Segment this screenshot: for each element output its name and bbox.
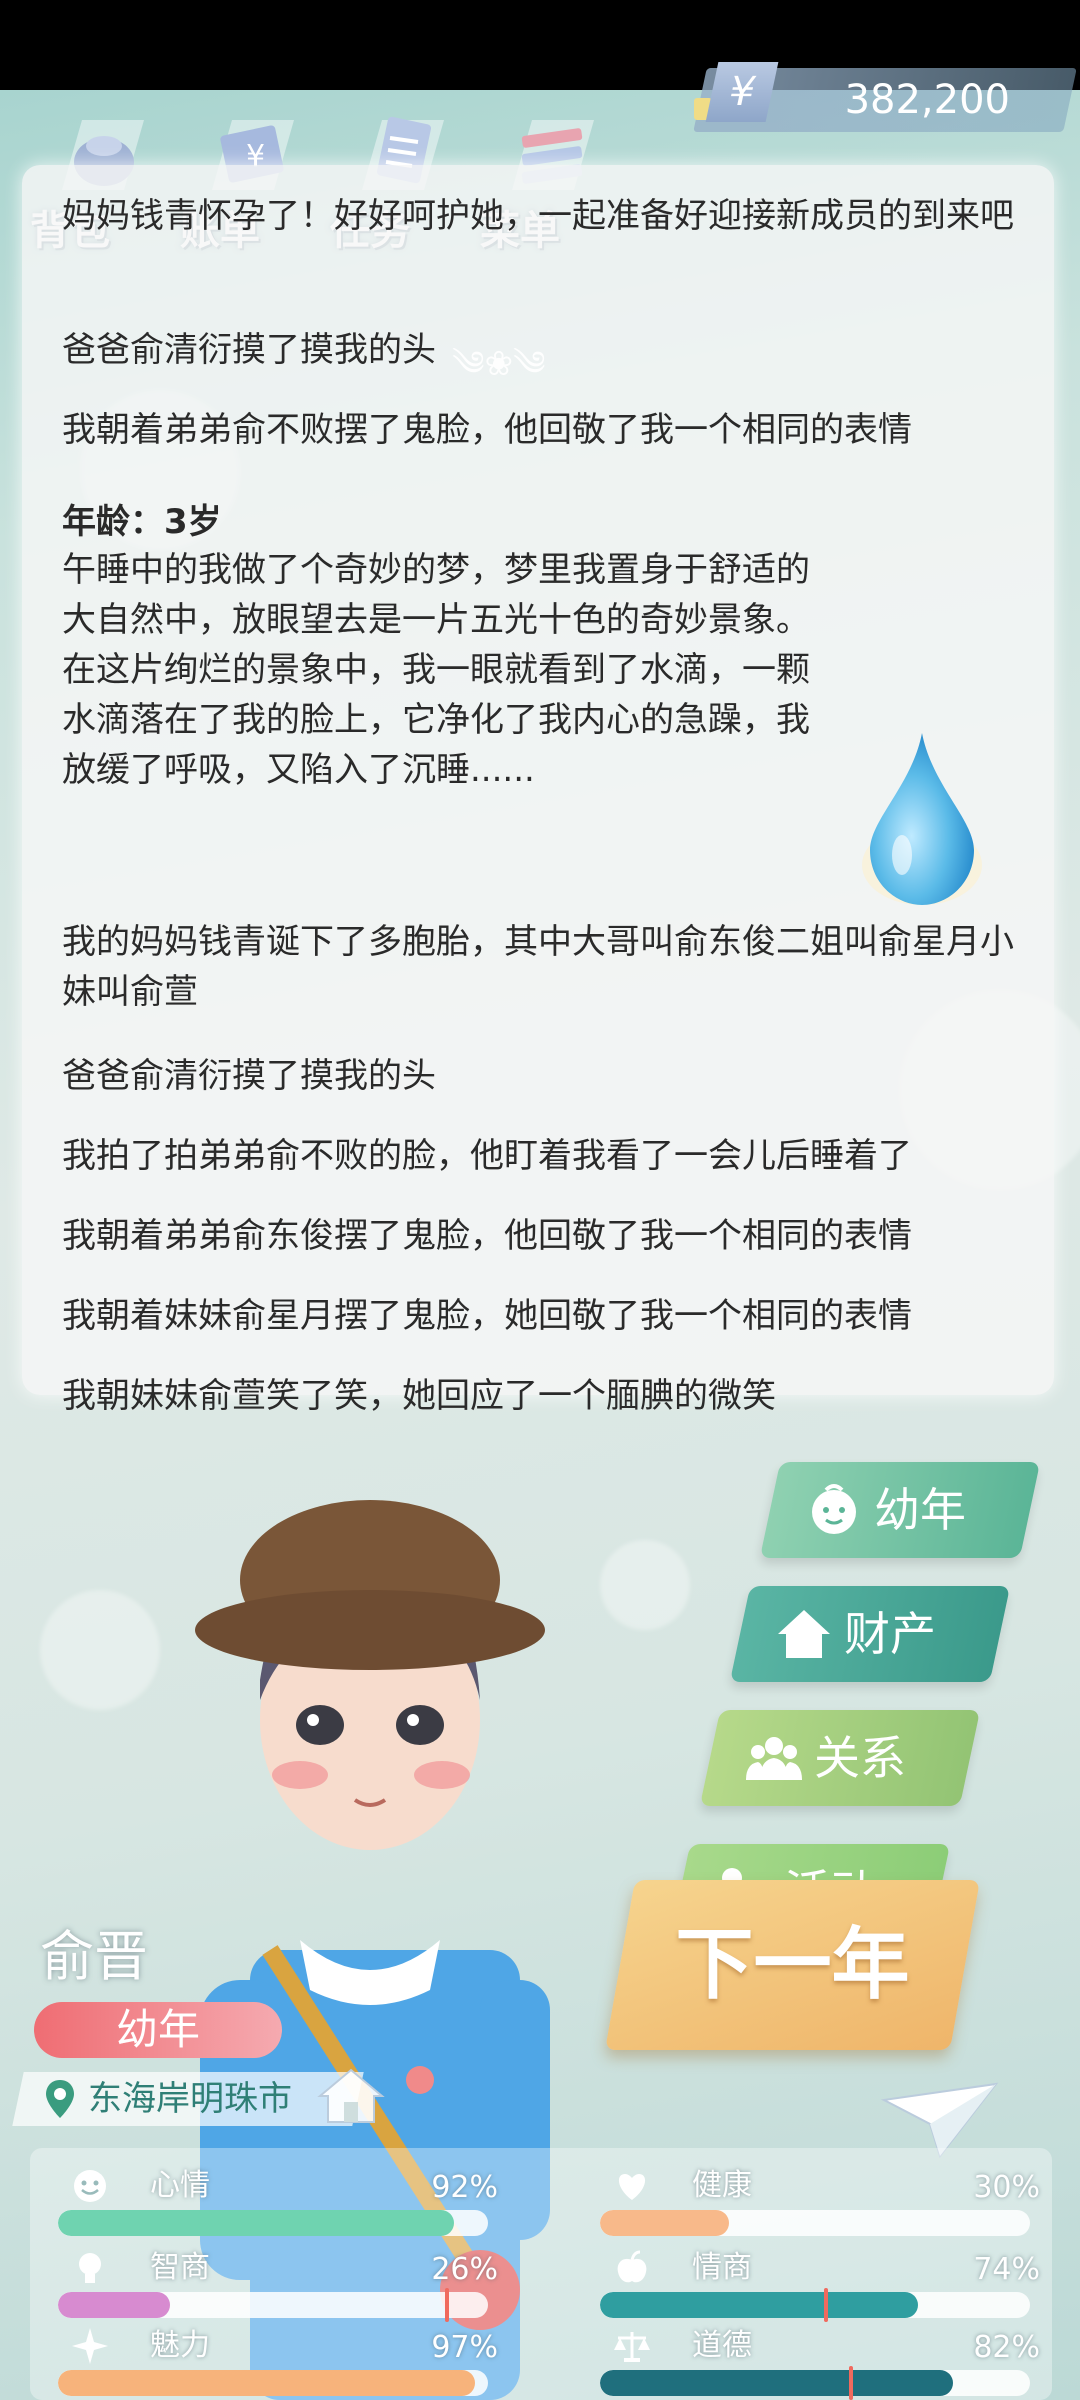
relationships-label: 关系 [814,1731,906,1785]
stat-label: 心情 [150,2168,210,2203]
life-stage-badge: 幼年 [34,2002,282,2058]
water-drop-icon [862,733,982,905]
stat-bar-fill [58,2210,454,2236]
stat-label: 健康 [692,2168,752,2203]
stat-label: 道德 [692,2328,752,2363]
stat-bar-track [600,2370,1030,2396]
sparkle-icon [72,2328,108,2364]
stat-bar-fill [600,2210,729,2236]
stat-threshold-marker [823,2288,828,2322]
log-entry: 爸爸俞清衍摸了摸我的头 [62,1056,436,1096]
stat-value: 26% [431,2252,498,2287]
next-year-button[interactable]: 下一年 [620,1880,965,2050]
log-entry: 我拍了拍弟弟俞不败的脸，他盯着我看了一会儿后睡着了 [62,1136,912,1176]
stat-value: 97% [431,2330,498,2365]
stat-3: 情商 74% [600,2248,1040,2322]
log-entry: 爸爸俞清衍摸了摸我的头 [62,330,436,370]
stat-label: 魅力 [150,2328,210,2363]
lightbulb-icon [79,2253,101,2283]
log-entry: 我朝着弟弟俞东俊摆了鬼脸，他回敬了我一个相同的表情 [62,1216,912,1256]
stat-value: 92% [431,2170,498,2205]
age-heading: 年龄：3岁 [62,502,222,542]
stat-value: 30% [973,2170,1040,2205]
stat-value: 74% [973,2252,1040,2287]
stat-bar-track [58,2370,488,2396]
stat-bar-track [58,2210,488,2236]
location-pin-icon [46,2080,74,2118]
assets-label: 财产 [844,1607,936,1661]
stat-5: 道德 82% [600,2326,1040,2400]
people-icon [746,1737,802,1780]
stat-threshold-marker [445,2288,449,2322]
heart-icon [618,2174,646,2200]
house-icon [778,1610,830,1658]
stat-bar-track [58,2292,488,2318]
smiley-icon [74,2170,106,2202]
stat-0: 心情 92% [58,2166,498,2238]
assets-button[interactable]: 财产 [729,1586,1011,1682]
relationships-button[interactable]: 关系 [699,1710,981,1806]
stat-threshold-marker [849,2366,854,2400]
stat-bar-fill [58,2292,170,2318]
yen-icon: ¥ [705,62,779,122]
home-icon[interactable] [316,2066,386,2126]
stat-label: 智商 [150,2250,210,2285]
stat-4: 魅力 97% [58,2326,498,2398]
character-name: 俞晋 [40,1925,148,1988]
stat-2: 智商 26% [58,2248,498,2322]
stat-1: 健康 30% [600,2166,1040,2238]
stat-bar-fill [58,2370,476,2396]
log-entry: 妈妈钱青怀孕了！好好呵护她，一起准备好迎接新成员的到来吧 [62,196,1014,236]
stat-bar-fill [600,2370,953,2396]
log-entry: 我朝着弟弟俞不败摆了鬼脸，他回敬了我一个相同的表情 [62,410,912,450]
stage-button-childhood-label: 幼年 [874,1483,966,1537]
log-entry: 我朝着妹妹俞星月摆了鬼脸，她回敬了我一个相同的表情 [62,1296,912,1336]
event-log-panel[interactable]: ༄❀༄ 妈妈钱青怀孕了！好好呵护她，一起准备好迎接新成员的到来吧 爸爸俞清衍摸了… [22,165,1054,1416]
location-text: 东海岸明珠市 [88,2079,292,2119]
stat-label: 情商 [692,2250,752,2285]
dream-text: 午睡中的我做了个奇妙的梦，梦里我置身于舒适的大自然中，放眼望去是一片五光十色的奇… [62,550,810,790]
scale-icon [614,2332,650,2362]
stat-bar-fill [600,2292,919,2318]
stat-bar-track [600,2292,1030,2318]
apple-icon [617,2250,647,2283]
log-entry: 我的妈妈钱青诞下了多胞胎，其中大哥叫俞东俊二姐叫俞星月小妹叫俞萱 [62,922,1014,1012]
stat-bar-track [600,2210,1030,2236]
currency-value: 382,200 [844,77,1010,123]
baby-face-icon [812,1484,856,1534]
stat-value: 82% [973,2330,1040,2365]
stage-button-childhood[interactable]: 幼年 [759,1462,1041,1558]
